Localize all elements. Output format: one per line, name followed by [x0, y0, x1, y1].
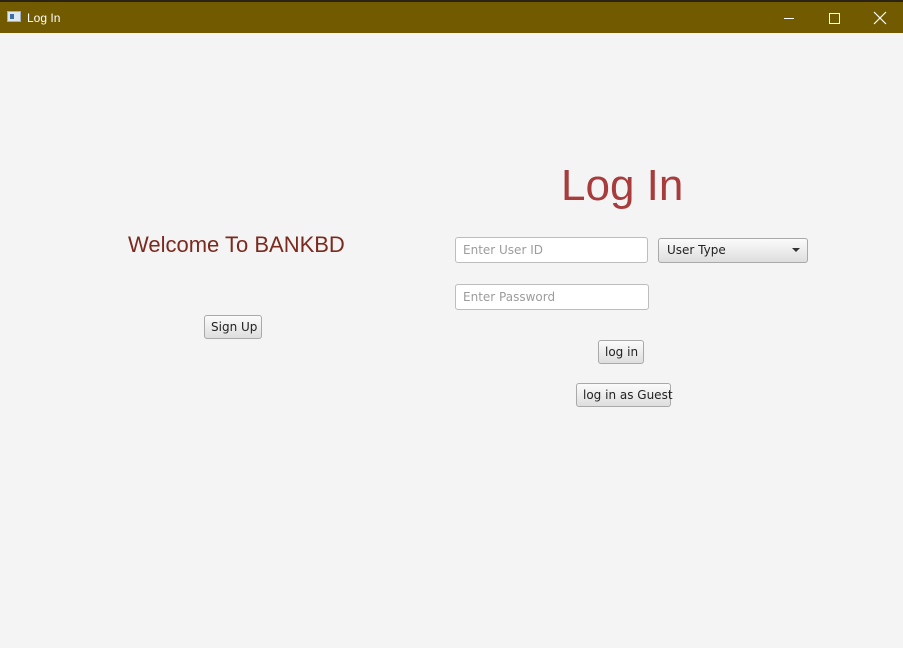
minimize-icon: [784, 18, 794, 19]
app-window-icon: [7, 11, 21, 22]
maximize-button[interactable]: [811, 2, 857, 33]
user-type-selected: User Type: [667, 243, 726, 257]
login-button[interactable]: log in: [598, 340, 644, 364]
maximize-icon: [829, 13, 840, 24]
title-bar[interactable]: Log In: [0, 0, 903, 33]
chevron-down-icon: [792, 248, 800, 252]
signup-button[interactable]: Sign Up: [204, 315, 262, 339]
close-button[interactable]: [857, 2, 903, 33]
close-icon: [873, 11, 887, 25]
login-as-guest-button[interactable]: log in as Guest: [576, 383, 673, 407]
password-input[interactable]: [455, 284, 649, 310]
user-type-dropdown[interactable]: User Type: [658, 238, 808, 263]
login-window: Log In Welcome To BANKBD Sign Up Log In …: [0, 0, 903, 648]
user-id-input[interactable]: [455, 237, 648, 263]
minimize-button[interactable]: [766, 2, 812, 33]
welcome-text: Welcome To BANKBD: [128, 232, 345, 257]
window-title: Log In: [27, 11, 61, 25]
login-heading: Log In: [561, 161, 684, 210]
